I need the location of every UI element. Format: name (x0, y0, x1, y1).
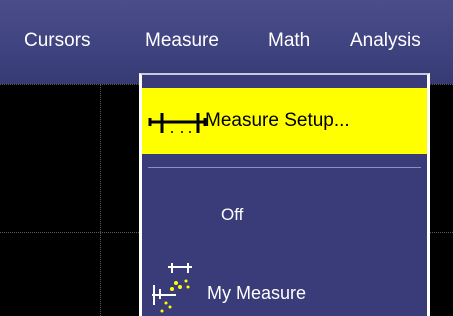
grid-line-vertical (100, 84, 101, 316)
menu-cursors[interactable]: Cursors (24, 30, 91, 52)
my-measure-icon (152, 263, 192, 313)
menu-item-measure-setup[interactable]: Measure Setup... (142, 88, 427, 154)
menu-measure[interactable]: Measure (145, 30, 219, 52)
my-measure-label: My Measure (207, 283, 307, 303)
menu-analysis[interactable]: Analysis (350, 30, 421, 52)
oscilloscope-screen: Cursors Measure Math Analysis Measure Se… (0, 0, 453, 316)
measure-setup-label: Measure Setup... (205, 110, 350, 131)
menu-item-my-measure[interactable]: My Measure (142, 251, 427, 316)
menu-math[interactable]: Math (268, 30, 310, 52)
off-label: Off (221, 205, 244, 224)
menu-separator (148, 167, 421, 168)
menu-item-off[interactable]: Off (142, 183, 427, 249)
measure-setup-icon (148, 113, 207, 133)
measure-dropdown-menu: Measure Setup... Off My Measure (139, 73, 430, 316)
menu-bar: Cursors Measure Math Analysis (0, 0, 453, 84)
